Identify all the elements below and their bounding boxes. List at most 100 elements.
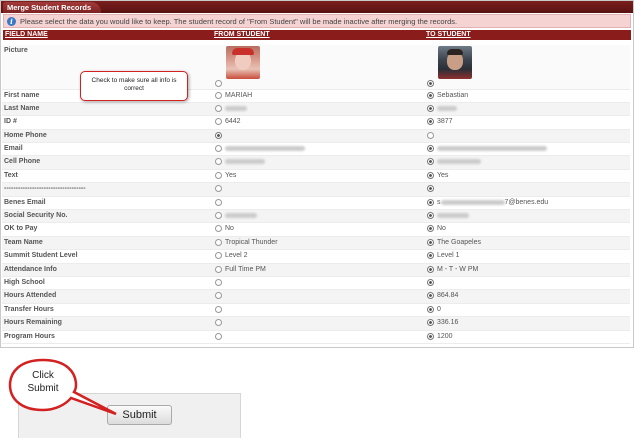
info-icon: i bbox=[7, 16, 16, 26]
from-student-radio[interactable] bbox=[215, 319, 222, 327]
to-student-value: 1200 bbox=[437, 332, 453, 340]
table-row: Home Phone bbox=[2, 129, 630, 144]
click-submit-line1: Click bbox=[32, 370, 54, 381]
to-student-radio[interactable] bbox=[427, 292, 434, 300]
table-row: Attendance Info Full Time PM M - T - W PM bbox=[2, 263, 630, 277]
from-student-radio[interactable] bbox=[215, 305, 222, 313]
from-student-radio[interactable] bbox=[215, 225, 222, 233]
to-student-value: No bbox=[437, 225, 446, 233]
table-row: Program Hours 1200 bbox=[2, 331, 630, 344]
from-student-photo bbox=[226, 46, 260, 79]
click-submit-callout: Click Submit bbox=[8, 358, 117, 416]
table-row: Team Name Tropical Thunder The Goapeles bbox=[2, 236, 630, 251]
to-student-radio[interactable] bbox=[427, 145, 434, 153]
from-student-radio[interactable] bbox=[215, 91, 222, 99]
to-student-radio[interactable] bbox=[427, 319, 434, 327]
redacted-value bbox=[437, 146, 547, 152]
from-student-cell: Yes bbox=[215, 171, 236, 179]
tab-merge-student-records[interactable]: Merge Student Records bbox=[3, 2, 102, 13]
from-student-radio[interactable] bbox=[215, 131, 222, 139]
to-student-radio[interactable] bbox=[427, 305, 434, 313]
to-student-radio[interactable] bbox=[427, 238, 434, 246]
field-label: Summit Student Level bbox=[4, 252, 78, 260]
table-row: Hours Remaining 336.16 bbox=[2, 317, 630, 331]
to-student-value: The Goapeles bbox=[437, 238, 481, 246]
click-submit-line2: Submit bbox=[27, 383, 59, 394]
table-row: Last Name bbox=[2, 102, 630, 117]
table-row: Email bbox=[2, 143, 630, 157]
redacted-value bbox=[440, 199, 505, 205]
from-student-value: MARIAH bbox=[225, 91, 253, 99]
to-student-radio[interactable] bbox=[427, 104, 434, 112]
to-student-cell bbox=[427, 131, 437, 139]
to-student-cell: 3877 bbox=[427, 118, 453, 126]
to-student-radio[interactable] bbox=[427, 131, 434, 139]
to-student-radio[interactable] bbox=[427, 225, 434, 233]
from-student-radio[interactable] bbox=[215, 238, 222, 246]
to-student-radio[interactable] bbox=[427, 332, 434, 340]
header-from-student: FROM STUDENT bbox=[214, 31, 270, 38]
field-label: Transfer Hours bbox=[4, 305, 54, 313]
to-student-cell bbox=[427, 158, 481, 166]
from-student-radio[interactable] bbox=[215, 278, 222, 286]
to-student-cell: Yes bbox=[427, 171, 449, 179]
to-student-cell bbox=[427, 278, 437, 286]
from-student-cell: Level 2 bbox=[215, 252, 248, 260]
to-student-radio[interactable] bbox=[427, 79, 434, 87]
field-label: High School bbox=[4, 278, 45, 286]
from-student-cell: Full Time PM bbox=[215, 265, 266, 273]
from-student-radio[interactable] bbox=[215, 332, 222, 340]
table-row: Cell Phone bbox=[2, 156, 630, 170]
from-student-cell: No bbox=[215, 225, 234, 233]
from-student-cell: 6442 bbox=[215, 118, 241, 126]
to-student-photo bbox=[438, 46, 472, 79]
to-student-cell bbox=[427, 212, 469, 220]
from-student-cell bbox=[215, 332, 225, 340]
from-student-cell bbox=[215, 292, 225, 300]
to-student-value: Yes bbox=[437, 171, 449, 179]
from-student-radio[interactable] bbox=[215, 185, 222, 193]
to-student-radio[interactable] bbox=[427, 185, 434, 193]
from-student-radio[interactable] bbox=[215, 118, 222, 126]
from-student-cell bbox=[215, 145, 305, 153]
field-label: First name bbox=[4, 91, 40, 99]
to-student-radio[interactable] bbox=[427, 91, 434, 99]
from-student-radio[interactable] bbox=[215, 212, 222, 220]
to-student-radio[interactable] bbox=[427, 278, 434, 286]
from-student-radio[interactable] bbox=[215, 198, 222, 206]
field-label: ----------------------------------- bbox=[4, 185, 86, 193]
from-student-cell bbox=[215, 278, 225, 286]
field-label: Team Name bbox=[4, 238, 43, 246]
from-student-radio[interactable] bbox=[215, 265, 222, 273]
to-student-radio[interactable] bbox=[427, 118, 434, 126]
to-student-radio[interactable] bbox=[427, 252, 434, 260]
redacted-value bbox=[437, 105, 457, 111]
to-student-radio[interactable] bbox=[427, 212, 434, 220]
to-student-radio[interactable] bbox=[427, 198, 434, 206]
from-student-radio[interactable] bbox=[215, 171, 222, 179]
field-label: Picture bbox=[4, 47, 28, 54]
table-row: ID # 6442 3877 bbox=[2, 116, 630, 130]
field-label: Last Name bbox=[4, 104, 40, 112]
from-student-radio[interactable] bbox=[215, 292, 222, 300]
to-student-cell bbox=[427, 79, 437, 87]
to-student-cell: No bbox=[427, 225, 446, 233]
redacted-value bbox=[225, 105, 247, 111]
from-student-cell bbox=[215, 185, 225, 193]
redacted-value bbox=[225, 159, 265, 165]
to-student-radio[interactable] bbox=[427, 158, 434, 166]
from-student-radio[interactable] bbox=[215, 104, 222, 112]
from-student-cell bbox=[215, 212, 257, 220]
from-student-radio[interactable] bbox=[215, 252, 222, 260]
from-student-radio[interactable] bbox=[215, 145, 222, 153]
to-student-radio[interactable] bbox=[427, 265, 434, 273]
tab-bar: Merge Student Records bbox=[1, 1, 633, 13]
to-student-radio[interactable] bbox=[427, 171, 434, 179]
from-student-radio[interactable] bbox=[215, 158, 222, 166]
to-student-value: Sebastian bbox=[437, 91, 469, 99]
header-field-name: FIELD NAME bbox=[5, 31, 48, 38]
field-label: Home Phone bbox=[4, 131, 47, 139]
field-label: Benes Email bbox=[4, 198, 46, 206]
from-student-radio[interactable] bbox=[215, 79, 222, 87]
check-info-callout-line1: Check to make sure all info is bbox=[91, 77, 177, 84]
